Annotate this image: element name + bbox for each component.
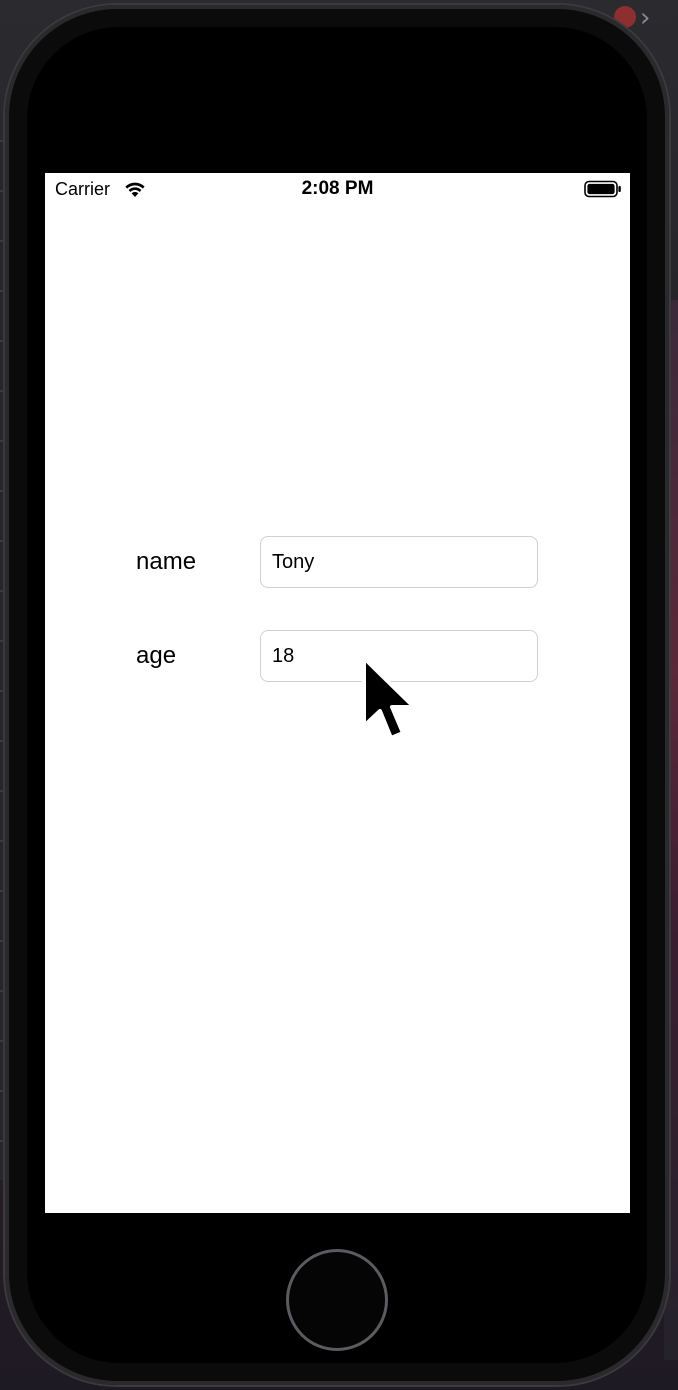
name-field[interactable] — [260, 536, 538, 588]
battery-full-icon — [584, 180, 621, 198]
age-label: age — [136, 642, 177, 669]
mouse-pointer-icon — [362, 656, 416, 740]
app-screen: Carrier 2:08 PM name age — [45, 173, 630, 1213]
status-bar: Carrier 2:08 PM — [45, 173, 630, 205]
chevron-right-icon: › — [640, 3, 651, 33]
age-row: age — [45, 630, 630, 684]
status-time: 2:08 PM — [301, 178, 374, 199]
name-label: name — [136, 548, 197, 575]
name-row: name — [45, 536, 630, 590]
home-button[interactable] — [286, 1249, 388, 1351]
